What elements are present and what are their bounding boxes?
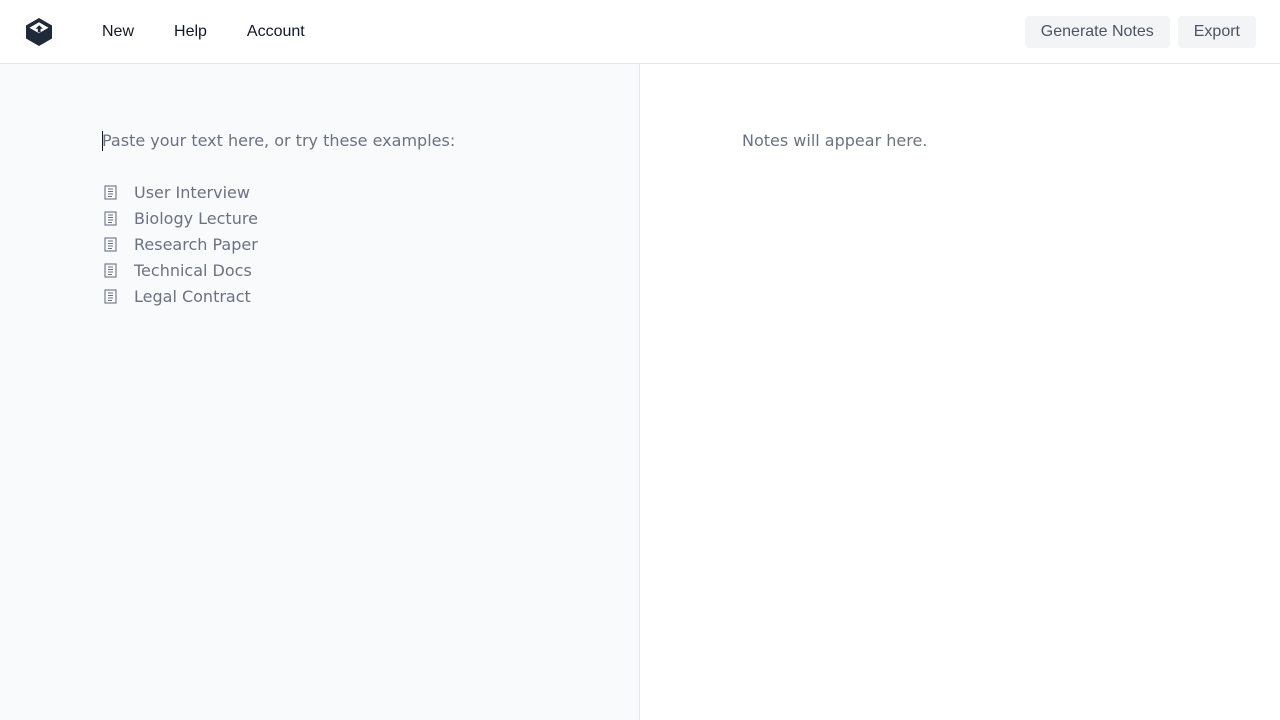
example-list: User Interview Biology Lecture Research …	[102, 180, 258, 309]
main-menu: New Help Account	[102, 22, 305, 42]
example-label: Legal Contract	[134, 286, 251, 306]
menu-help[interactable]: Help	[174, 22, 207, 42]
document-icon	[102, 185, 118, 201]
example-technical-docs[interactable]: Technical Docs	[102, 257, 258, 283]
top-navigation: New Help Account Generate Notes Export	[0, 0, 1280, 64]
left-navigation-group: New Help Account	[24, 17, 305, 47]
document-icon	[102, 236, 118, 252]
example-label: User Interview	[134, 183, 250, 203]
app-shell: New Help Account Generate Notes Export P…	[0, 0, 1280, 720]
header-actions: Generate Notes Export	[1024, 15, 1256, 48]
notes-placeholder: Notes will appear here.	[742, 131, 928, 150]
example-user-interview[interactable]: User Interview	[102, 180, 258, 206]
document-icon	[102, 288, 118, 304]
document-icon	[102, 262, 118, 278]
cube-arrow-logo-icon	[26, 17, 52, 46]
workspace: Paste your text here, or try these examp…	[0, 64, 1280, 720]
menu-new[interactable]: New	[102, 22, 134, 42]
export-button[interactable]: Export	[1177, 15, 1256, 48]
notes-output-pane: Notes will appear here.	[640, 64, 1280, 720]
generate-notes-button[interactable]: Generate Notes	[1024, 15, 1170, 48]
example-research-paper[interactable]: Research Paper	[102, 232, 258, 258]
example-label: Biology Lecture	[134, 209, 258, 229]
example-legal-contract[interactable]: Legal Contract	[102, 283, 258, 309]
logo-icon[interactable]	[24, 17, 54, 47]
example-label: Research Paper	[134, 234, 258, 254]
paste-text-prompt: Paste your text here, or try these examp…	[102, 131, 456, 150]
example-biology-lecture[interactable]: Biology Lecture	[102, 206, 258, 232]
example-label: Technical Docs	[134, 260, 252, 280]
document-icon	[102, 211, 118, 227]
source-text-pane[interactable]: Paste your text here, or try these examp…	[0, 64, 640, 720]
menu-account[interactable]: Account	[247, 22, 305, 42]
